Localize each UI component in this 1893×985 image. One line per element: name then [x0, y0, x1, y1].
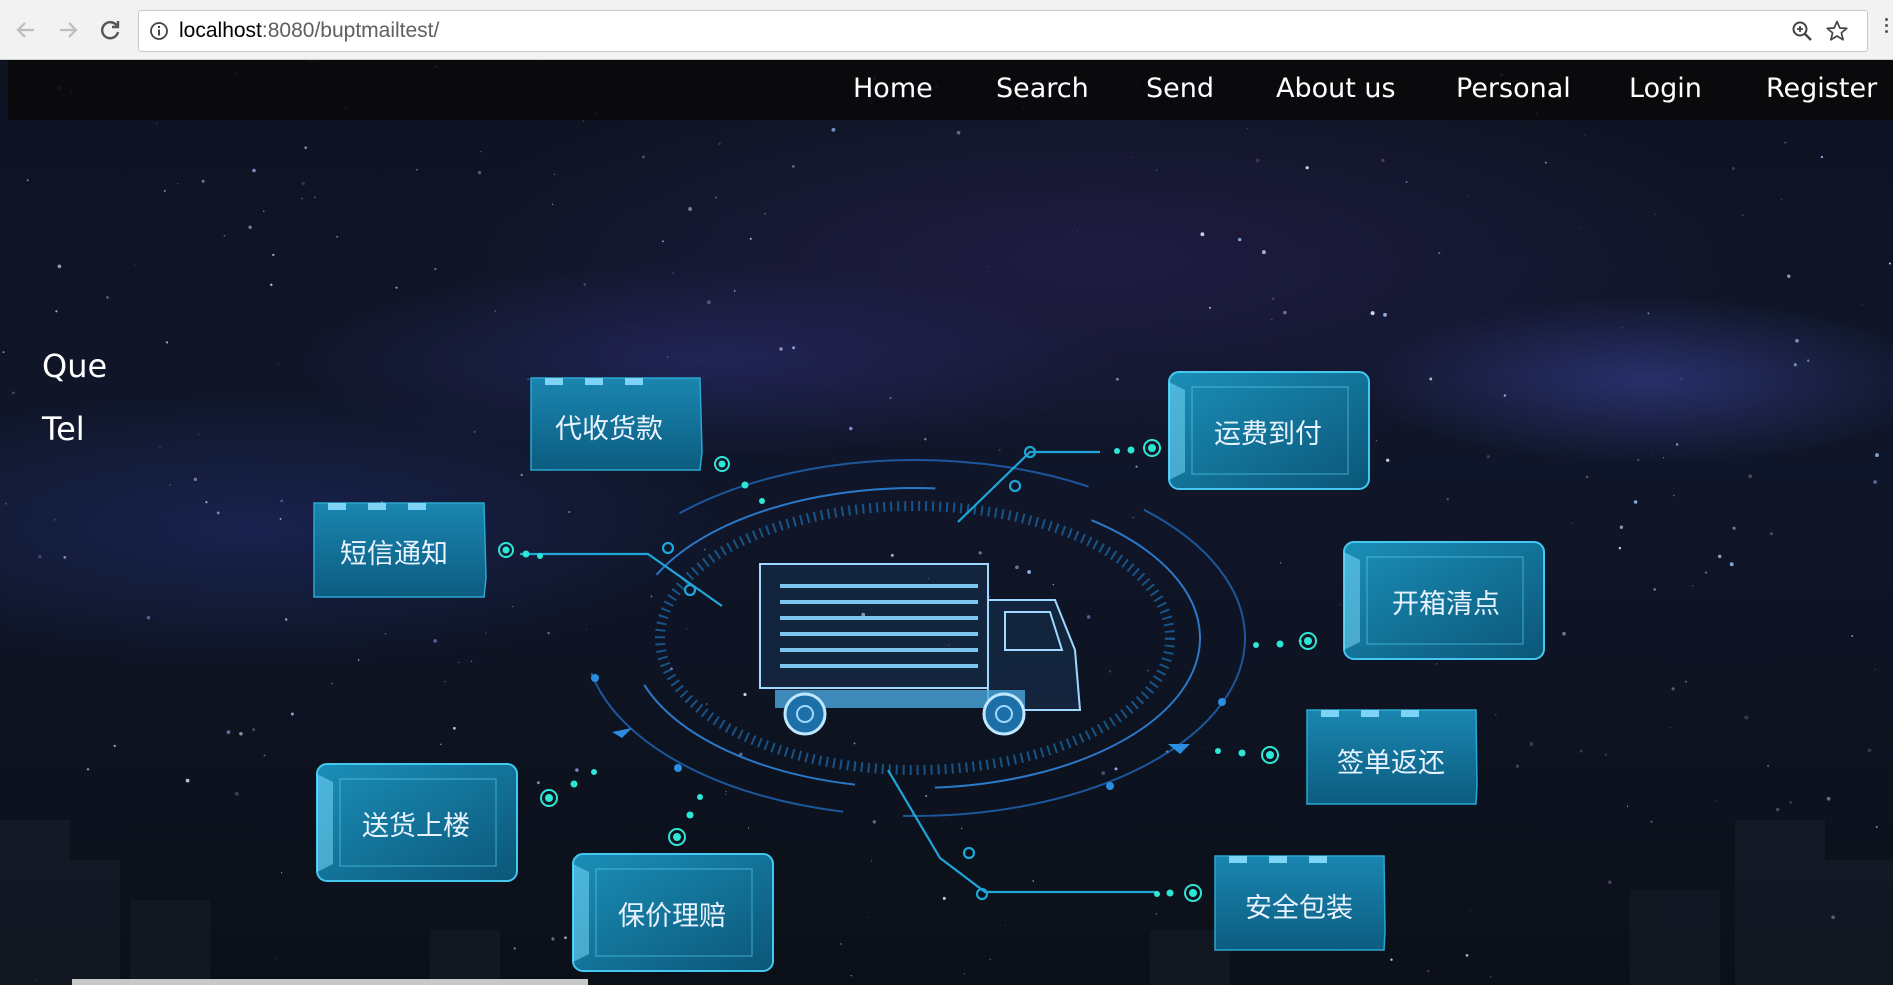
service-label-unpack-check: 开箱清点 — [1392, 589, 1500, 620]
forward-button[interactable] — [54, 16, 82, 44]
service-label-insured-claim: 保价理赔 — [618, 901, 726, 932]
service-label-sms: 短信通知 — [340, 539, 448, 570]
side-text-que: Que — [42, 347, 108, 385]
service-label-freight-collect: 运费到付 — [1214, 419, 1322, 450]
url-path: :8080/buptmailtest/ — [261, 19, 440, 42]
nav-register-link[interactable]: Register — [1766, 73, 1877, 104]
reload-icon — [101, 21, 120, 40]
service-label-cod: 代收货款 — [555, 414, 663, 445]
browser-toolbar: localhost:8080/buptmailtest/ — [0, 0, 1893, 60]
reload-button[interactable] — [96, 16, 124, 44]
nav-home-link[interactable]: Home — [853, 73, 933, 104]
nav-about-link[interactable]: About us — [1276, 73, 1396, 104]
service-label-safe-packaging: 安全包装 — [1245, 893, 1353, 924]
truck-illustration — [759, 563, 1082, 736]
arrow-right-icon — [60, 22, 78, 38]
browser-menu-icon[interactable] — [1885, 18, 1889, 36]
service-label-receipt-return: 签单返还 — [1337, 748, 1445, 779]
arrow-left-icon — [16, 22, 34, 38]
zoom-icon[interactable] — [1791, 20, 1813, 46]
horizontal-scrollbar[interactable] — [72, 979, 588, 985]
city-skyline — [0, 820, 1893, 985]
back-button[interactable] — [12, 16, 40, 44]
bookmark-star-icon[interactable] — [1825, 19, 1849, 47]
info-icon[interactable] — [149, 21, 169, 45]
address-bar[interactable]: localhost:8080/buptmailtest/ — [138, 10, 1868, 52]
url-host: localhost — [179, 19, 262, 42]
nav-search-link[interactable]: Search — [996, 73, 1089, 104]
nav-personal-link[interactable]: Personal — [1456, 73, 1571, 104]
url-text[interactable]: localhost:8080/buptmailtest/ — [179, 19, 439, 43]
nav-login-link[interactable]: Login — [1629, 73, 1702, 104]
nav-send-link[interactable]: Send — [1146, 73, 1214, 104]
logistics-diagram — [0, 371, 1893, 985]
side-text-tel: Tel — [42, 410, 85, 448]
site-navbar: Home Search Send About us Personal Login… — [8, 60, 1893, 120]
service-label-delivery-upstairs: 送货上楼 — [362, 811, 470, 842]
page-viewport: 代收货款 短信通知 运费到付 开箱清点 签单返还 送货上楼 保价理赔 安全包装 … — [0, 60, 1893, 985]
